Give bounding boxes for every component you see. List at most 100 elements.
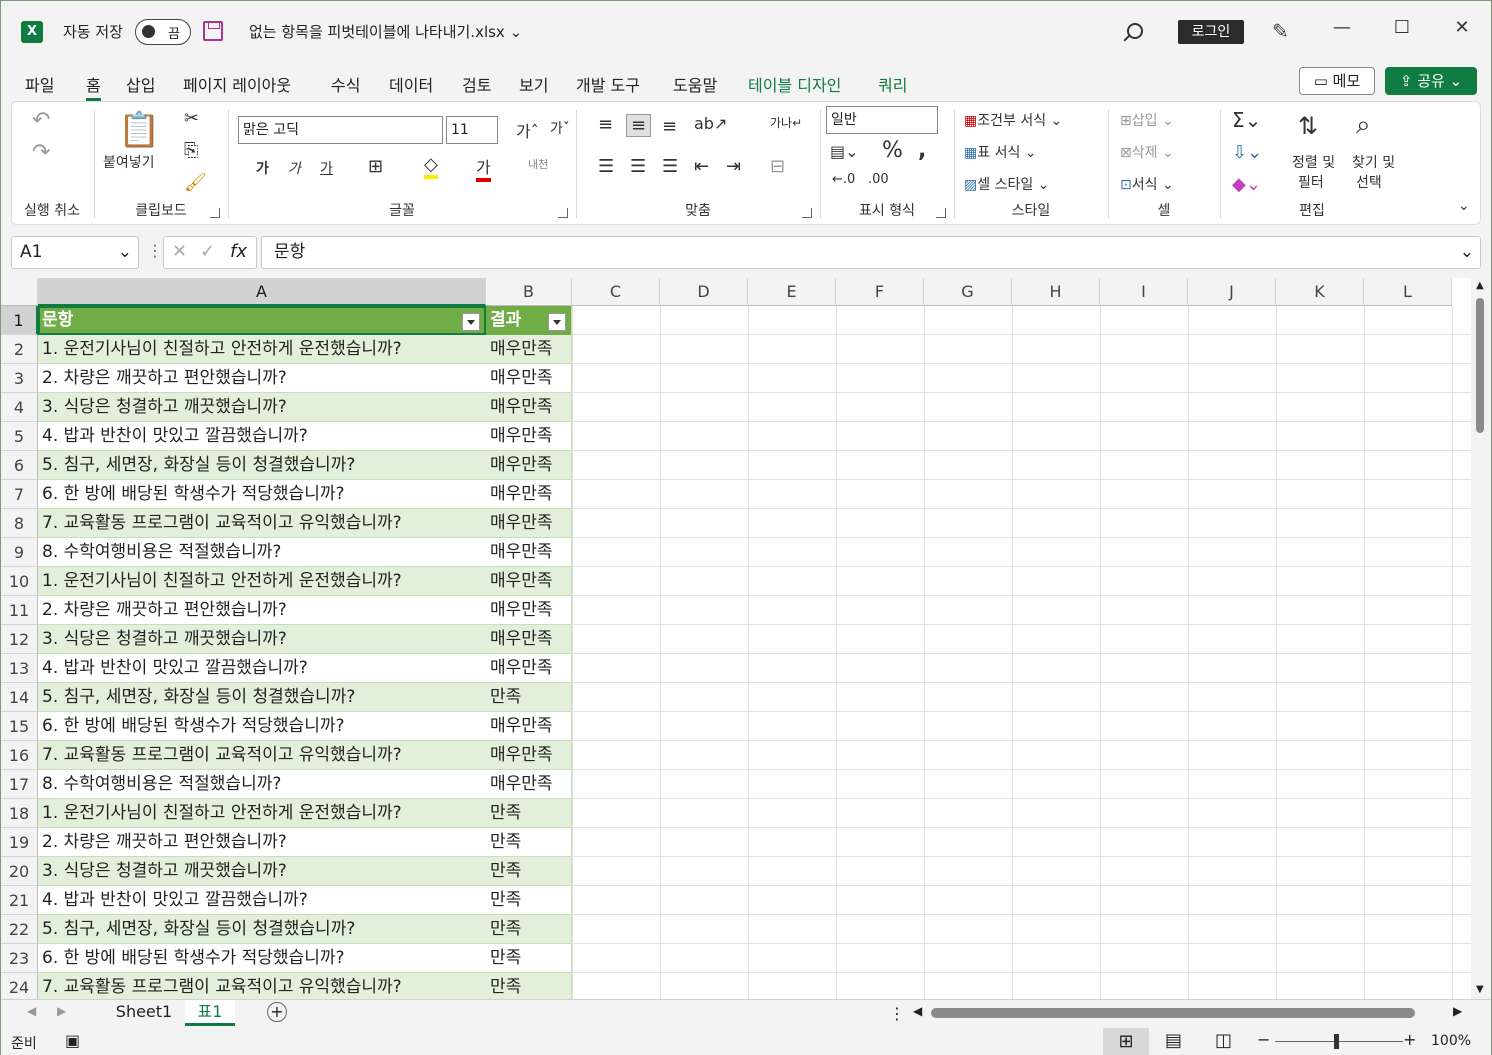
table-header-cell[interactable]: 문항 bbox=[38, 306, 486, 335]
wrap-text-icon[interactable]: 가나↵ bbox=[770, 114, 802, 131]
row-header[interactable]: 1 bbox=[1, 306, 38, 335]
sort-filter-sublabel[interactable]: 필터 bbox=[1298, 172, 1324, 192]
row-header[interactable]: 2 bbox=[1, 335, 38, 364]
phonetic-icon[interactable]: 내천 bbox=[528, 156, 548, 172]
row-header[interactable]: 20 bbox=[1, 857, 38, 886]
row-header[interactable]: 14 bbox=[1, 683, 38, 712]
table-cell[interactable]: 매우만족 bbox=[486, 654, 572, 683]
autosum-icon[interactable]: Σ⌄ bbox=[1232, 108, 1261, 132]
format-as-table-button[interactable]: ▦ 표 서식 ⌄ bbox=[964, 142, 1037, 162]
align-bottom-icon[interactable]: ≡ bbox=[662, 116, 677, 137]
table-cell[interactable]: 7. 교육활동 프로그램이 교육적이고 유익했습니까? bbox=[38, 741, 486, 770]
merge-center-icon[interactable]: ⊟ bbox=[770, 156, 785, 177]
table-cell[interactable]: 매우만족 bbox=[486, 712, 572, 741]
table-cell[interactable]: 8. 수학여행비용은 적절했습니까? bbox=[38, 770, 486, 799]
table-cell[interactable]: 7. 교육활동 프로그램이 교육적이고 유익했습니까? bbox=[38, 973, 486, 999]
font-name-box[interactable]: 맑은 고딕 bbox=[238, 116, 443, 144]
table-cell[interactable]: 1. 운전기사님이 친절하고 안전하게 운전했습니까? bbox=[38, 799, 486, 828]
table-cell[interactable]: 만족 bbox=[486, 857, 572, 886]
next-sheet-icon[interactable]: ▶ bbox=[57, 1004, 66, 1018]
tab-view[interactable]: 보기 bbox=[519, 72, 548, 96]
cell-styles-button[interactable]: ▨ 셀 스타일 ⌄ bbox=[964, 174, 1049, 194]
add-sheet-icon[interactable]: + bbox=[267, 1002, 287, 1022]
align-center-icon[interactable]: ☰ bbox=[630, 156, 646, 177]
scroll-left-icon[interactable]: ◀ bbox=[913, 1004, 922, 1018]
paste-icon[interactable]: 📋 bbox=[118, 110, 160, 150]
table-cell[interactable]: 1. 운전기사님이 친절하고 안전하게 운전했습니까? bbox=[38, 335, 486, 364]
table-cell[interactable]: 만족 bbox=[486, 683, 572, 712]
row-header[interactable]: 10 bbox=[1, 567, 38, 596]
increase-indent-icon[interactable]: ⇥ bbox=[726, 156, 741, 177]
table-cell[interactable]: 매우만족 bbox=[486, 596, 572, 625]
underline-icon[interactable]: 가 bbox=[320, 158, 333, 178]
align-top-icon[interactable]: ≡ bbox=[598, 114, 613, 135]
align-middle-icon[interactable]: ≡ bbox=[626, 114, 652, 137]
table-cell[interactable]: 만족 bbox=[486, 944, 572, 973]
cut-icon[interactable]: ✂ bbox=[184, 108, 199, 129]
row-header[interactable]: 7 bbox=[1, 480, 38, 509]
zoom-slider-thumb[interactable] bbox=[1334, 1034, 1339, 1049]
save-icon[interactable] bbox=[203, 21, 223, 41]
table-cell[interactable]: 5. 침구, 세면장, 화장실 등이 청결했습니까? bbox=[38, 451, 486, 480]
row-header[interactable]: 3 bbox=[1, 364, 38, 393]
row-header[interactable]: 6 bbox=[1, 451, 38, 480]
column-header-l[interactable]: L bbox=[1364, 278, 1452, 306]
bold-icon[interactable]: 가 bbox=[256, 158, 269, 178]
number-format-box[interactable]: 일반 bbox=[826, 106, 938, 134]
tab-page-layout[interactable]: 페이지 레이아웃 bbox=[183, 72, 291, 96]
row-header[interactable]: 11 bbox=[1, 596, 38, 625]
table-cell[interactable]: 5. 침구, 세면장, 화장실 등이 청결했습니까? bbox=[38, 915, 486, 944]
format-painter-icon[interactable]: 🖌 bbox=[184, 172, 207, 193]
zoom-out-icon[interactable]: − bbox=[1257, 1030, 1270, 1049]
table-cell[interactable]: 만족 bbox=[486, 799, 572, 828]
increase-font-icon[interactable]: 가ˆ bbox=[516, 118, 539, 142]
table-cell[interactable]: 3. 식당은 청결하고 깨끗했습니까? bbox=[38, 625, 486, 654]
table-header-cell[interactable]: 결과 bbox=[486, 306, 572, 335]
sort-filter-label[interactable]: 정렬 및 bbox=[1292, 152, 1335, 172]
borders-icon[interactable]: ⊞ bbox=[368, 156, 383, 177]
column-header-h[interactable]: H bbox=[1012, 278, 1100, 306]
orientation-icon[interactable]: ab↗ bbox=[694, 114, 727, 133]
table-cell[interactable]: 매우만족 bbox=[486, 422, 572, 451]
autosave-toggle[interactable]: 끔 bbox=[135, 19, 191, 45]
align-right-icon[interactable]: ☰ bbox=[662, 156, 678, 177]
zoom-in-icon[interactable]: + bbox=[1403, 1030, 1416, 1049]
table-cell[interactable]: 7. 교육활동 프로그램이 교육적이고 유익했습니까? bbox=[38, 509, 486, 538]
confirm-icon[interactable]: ✓ bbox=[200, 241, 215, 262]
column-header-i[interactable]: I bbox=[1100, 278, 1188, 306]
row-header[interactable]: 13 bbox=[1, 654, 38, 683]
fill-color-icon[interactable]: ◇ bbox=[424, 154, 438, 179]
tab-query[interactable]: 쿼리 bbox=[878, 72, 907, 96]
table-cell[interactable]: 2. 차량은 깨끗하고 편안했습니까? bbox=[38, 596, 486, 625]
copy-icon[interactable]: ⎘ bbox=[184, 140, 198, 161]
share-button[interactable]: ⇪ 공유 ⌄ bbox=[1385, 67, 1477, 95]
filter-dropdown-icon[interactable] bbox=[548, 313, 566, 331]
table-cell[interactable]: 4. 밥과 반찬이 맛있고 깔끔했습니까? bbox=[38, 654, 486, 683]
vertical-scrollbar[interactable]: ▲ ▼ bbox=[1471, 278, 1491, 999]
dialog-launcher-icon[interactable] bbox=[558, 208, 568, 218]
row-header[interactable]: 5 bbox=[1, 422, 38, 451]
prev-sheet-icon[interactable]: ◀ bbox=[27, 1004, 36, 1018]
decrease-indent-icon[interactable]: ⇤ bbox=[694, 156, 709, 177]
tab-developer[interactable]: 개발 도구 bbox=[576, 72, 640, 96]
column-header-c[interactable]: C bbox=[572, 278, 660, 306]
filter-dropdown-icon[interactable] bbox=[462, 313, 480, 331]
table-cell[interactable]: 매우만족 bbox=[486, 393, 572, 422]
sheet-tab-table1[interactable]: 표1 bbox=[185, 1000, 235, 1026]
column-header-e[interactable]: E bbox=[748, 278, 836, 306]
maximize-icon[interactable]: ☐ bbox=[1387, 17, 1417, 38]
row-header[interactable]: 9 bbox=[1, 538, 38, 567]
worksheet-grid[interactable]: A B C D E F G H I J K L 1 문항 결과 2 1. 운전기사님이 친절하고 안전하게 운전… bbox=[1, 278, 1471, 999]
designer-pen-icon[interactable]: ✎ bbox=[1272, 19, 1289, 43]
italic-icon[interactable]: 가 bbox=[288, 158, 301, 178]
table-cell[interactable]: 매우만족 bbox=[486, 770, 572, 799]
row-header[interactable]: 19 bbox=[1, 828, 38, 857]
select-all-corner[interactable] bbox=[1, 278, 38, 306]
table-cell[interactable]: 2. 차량은 깨끗하고 편안했습니까? bbox=[38, 828, 486, 857]
font-color-icon[interactable]: 가 bbox=[476, 154, 491, 182]
row-header[interactable]: 18 bbox=[1, 799, 38, 828]
table-cell[interactable]: 만족 bbox=[486, 828, 572, 857]
scroll-down-icon[interactable]: ▼ bbox=[1476, 984, 1484, 995]
table-cell[interactable]: 2. 차량은 깨끗하고 편안했습니까? bbox=[38, 364, 486, 393]
table-cell[interactable]: 매우만족 bbox=[486, 480, 572, 509]
